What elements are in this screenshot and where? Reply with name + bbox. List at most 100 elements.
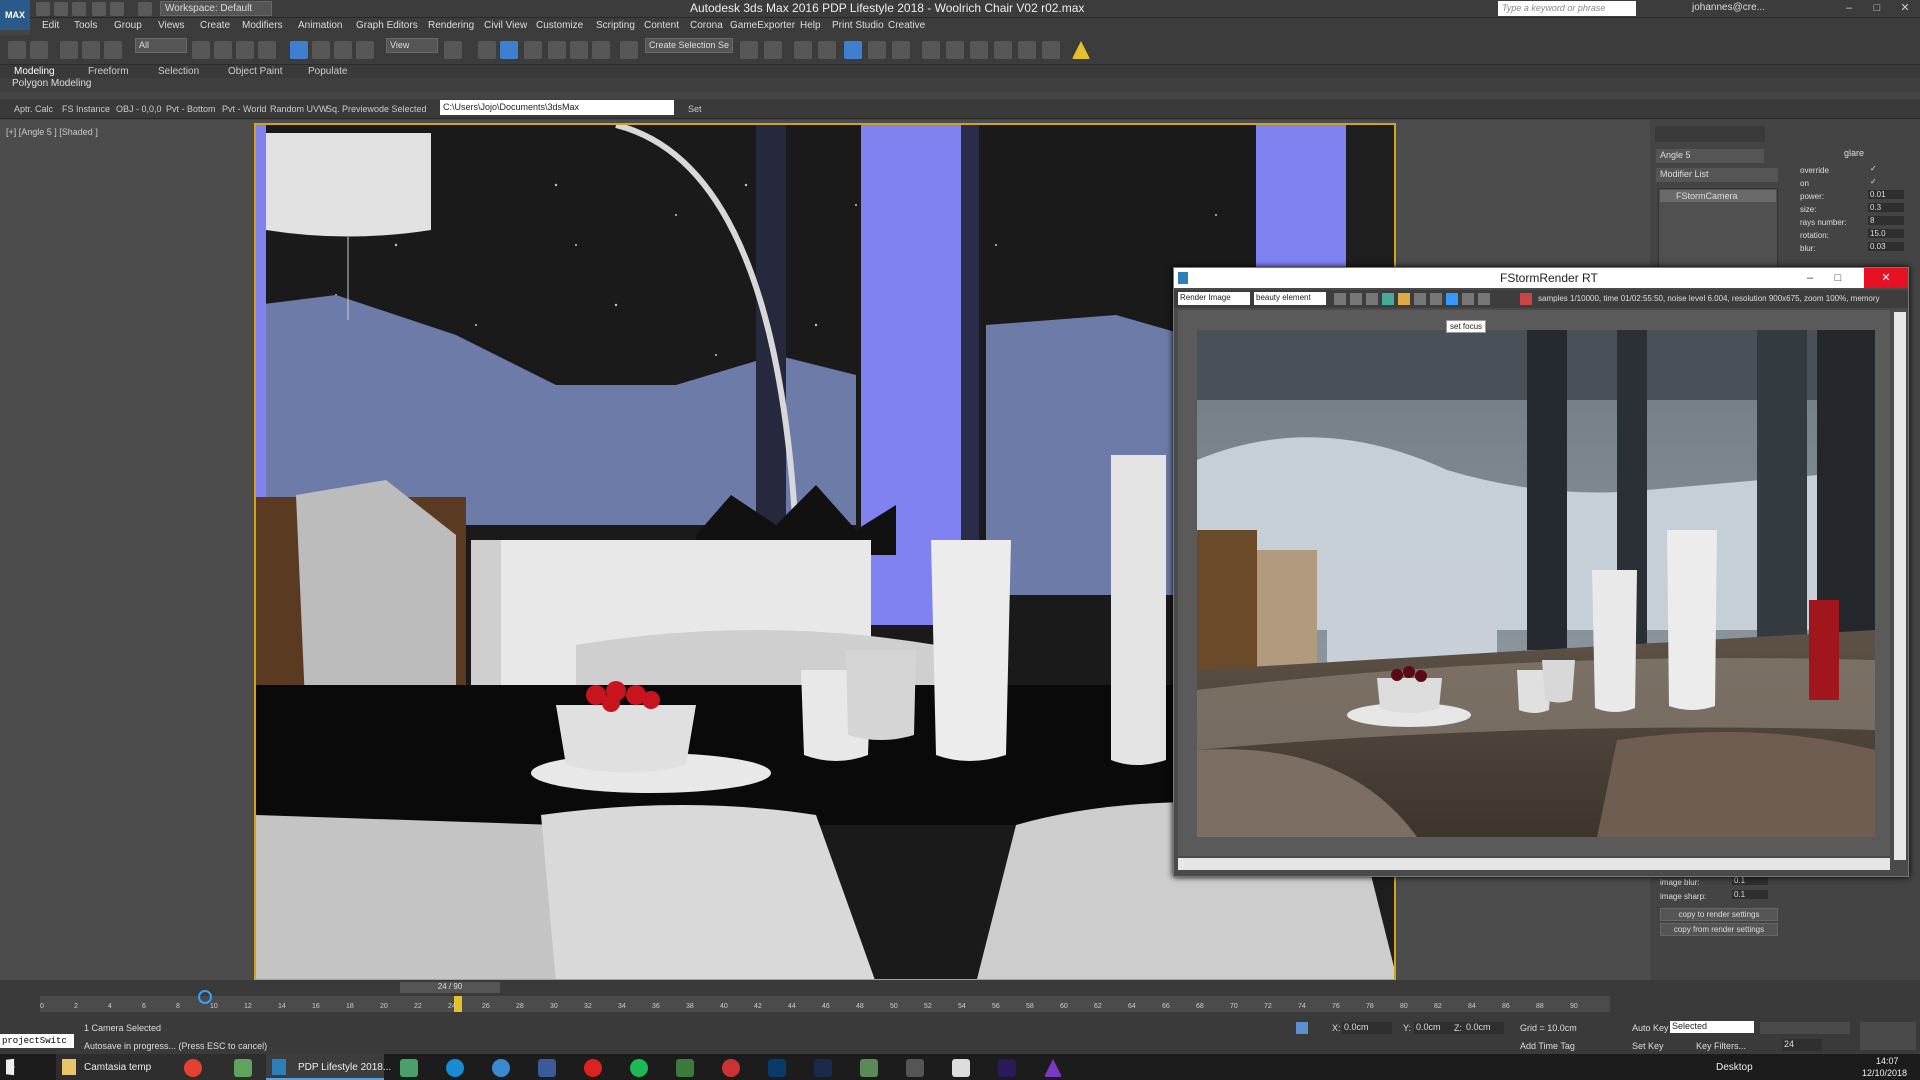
menu-print-studio[interactable]: Print Studio: [832, 20, 884, 31]
select-scale-icon[interactable]: [334, 41, 352, 59]
reference-coordinate-dropdown[interactable]: View: [386, 38, 438, 53]
rays-number-spinner[interactable]: 8: [1868, 216, 1904, 225]
angle-snap-icon[interactable]: [548, 41, 566, 59]
window-crossing-icon[interactable]: [258, 41, 276, 59]
render-a360-icon[interactable]: [1042, 41, 1060, 59]
copy-from-render-settings-button[interactable]: copy from render settings: [1660, 923, 1778, 936]
ribbon-panel-polygon-modeling[interactable]: Polygon Modeling: [0, 78, 1920, 92]
key-set-dropdown[interactable]: Selected: [1670, 1021, 1754, 1033]
menu-views[interactable]: Views: [158, 20, 185, 31]
mail-icon[interactable]: [952, 1059, 970, 1077]
spinner-snap-icon[interactable]: [592, 41, 610, 59]
menu-content[interactable]: Content: [644, 20, 679, 31]
menu-customize[interactable]: Customize: [536, 20, 583, 31]
menu-group[interactable]: Group: [114, 20, 142, 31]
render-setup-icon[interactable]: [922, 41, 940, 59]
modifier-list-dropdown[interactable]: Modifier List: [1656, 168, 1778, 182]
select-object-icon[interactable]: [192, 41, 210, 59]
start-render-icon[interactable]: [1382, 293, 1394, 305]
copy-image-icon[interactable]: [1350, 293, 1362, 305]
blur-spinner[interactable]: 0.03: [1868, 242, 1904, 251]
save-image-icon[interactable]: [1334, 293, 1346, 305]
menu-creative[interactable]: Creative: [888, 20, 925, 31]
clock-time[interactable]: 14:07: [1876, 1056, 1899, 1066]
fstorm-render-window[interactable]: FStormRender RT – □ ✕ Render Image beaut…: [1173, 267, 1909, 877]
glare-rollout-title[interactable]: glare: [1795, 148, 1913, 160]
refresh-icon[interactable]: [1520, 293, 1532, 305]
photoshop-icon[interactable]: [768, 1059, 786, 1077]
node-selected-button[interactable]: ode Selected: [374, 104, 427, 114]
render-production-icon[interactable]: [970, 41, 988, 59]
image-sharp-spinner[interactable]: 0.1: [1732, 890, 1768, 899]
clone-window-icon[interactable]: [1366, 293, 1378, 305]
select-by-name-icon[interactable]: [214, 41, 232, 59]
tab-selection[interactable]: Selection: [158, 66, 199, 77]
rotation-spinner[interactable]: 15.0: [1868, 229, 1904, 238]
lightroom-icon[interactable]: [814, 1059, 832, 1077]
keyboard-shortcut-override-icon[interactable]: [500, 41, 518, 59]
project-path-dropdown[interactable]: C:\Users\Jojo\Documents\3dsMax: [440, 100, 674, 115]
selection-lock-icon[interactable]: [1296, 1022, 1308, 1034]
current-frame-field[interactable]: 24: [1782, 1039, 1822, 1051]
align-icon[interactable]: [764, 41, 782, 59]
xbox-icon[interactable]: [860, 1059, 878, 1077]
after-effects-icon[interactable]: [998, 1059, 1016, 1077]
bind-spacewarp-icon[interactable]: [104, 41, 122, 59]
menu-animation[interactable]: Animation: [298, 20, 342, 31]
unlink-icon[interactable]: [82, 41, 100, 59]
new-file-icon[interactable]: [36, 2, 50, 16]
mirror-icon[interactable]: [740, 41, 758, 59]
chrome-icon[interactable]: [184, 1059, 202, 1077]
sq-preview-button[interactable]: Sq. Preview: [326, 104, 374, 114]
key-filters-button[interactable]: Key Filters...: [1696, 1041, 1746, 1051]
power-app-icon[interactable]: [584, 1059, 602, 1077]
image-blur-spinner[interactable]: 0.1: [1732, 876, 1768, 885]
menu-civil-view[interactable]: Civil View: [484, 20, 527, 31]
modifier-stack-item[interactable]: FStormCamera: [1660, 190, 1776, 202]
fstorm-maximize-button[interactable]: □: [1828, 268, 1848, 288]
menu-corona[interactable]: Corona: [690, 20, 723, 31]
menu-rendering[interactable]: Rendering: [428, 20, 474, 31]
snaps-toggle-icon[interactable]: [524, 41, 542, 59]
vertical-scrollbar[interactable]: [1894, 312, 1906, 860]
save-file-icon[interactable]: [72, 2, 86, 16]
material-editor-icon[interactable]: [892, 41, 910, 59]
skype-icon[interactable]: [446, 1059, 464, 1077]
pivot-world-button[interactable]: Pvt - World: [222, 104, 266, 114]
camtasia-icon[interactable]: [234, 1059, 252, 1077]
fstorm-close-button[interactable]: ✕: [1864, 268, 1908, 288]
fs-instance-button[interactable]: FS Instance: [62, 104, 110, 114]
menu-tools[interactable]: Tools: [74, 20, 97, 31]
pause-render-icon[interactable]: [1398, 293, 1410, 305]
menu-graph-editors[interactable]: Graph Editors: [356, 20, 418, 31]
x-coordinate-field[interactable]: 0.0cm: [1342, 1022, 1392, 1034]
undo-icon[interactable]: [92, 2, 106, 16]
teamviewer-icon[interactable]: [492, 1059, 510, 1077]
on-checkbox[interactable]: ✓: [1870, 177, 1877, 186]
copy-to-render-settings-button[interactable]: copy to render settings: [1660, 908, 1778, 921]
vpn-icon[interactable]: [400, 1059, 418, 1077]
undo-icon[interactable]: [8, 41, 26, 59]
select-move-icon[interactable]: [290, 41, 308, 59]
render-activeshade-icon[interactable]: [1018, 41, 1036, 59]
obj-origin-button[interactable]: OBJ - 0,0,0: [116, 104, 162, 114]
discord-icon[interactable]: [906, 1059, 924, 1077]
maximize-button[interactable]: □: [1864, 0, 1890, 17]
schematic-view-icon[interactable]: [868, 41, 886, 59]
project-folder-icon[interactable]: [138, 2, 152, 16]
menu-help[interactable]: Help: [800, 20, 821, 31]
lens-effects-icon[interactable]: [1478, 293, 1490, 305]
spotify-icon[interactable]: [630, 1059, 648, 1077]
pivot-center-icon[interactable]: [444, 41, 462, 59]
region-select-icon[interactable]: [236, 41, 254, 59]
link-icon[interactable]: [60, 41, 78, 59]
open-file-icon[interactable]: [54, 2, 68, 16]
render-image-dropdown[interactable]: Render Image: [1178, 292, 1250, 305]
horizontal-scrollbar[interactable]: [1178, 858, 1890, 870]
object-name-field[interactable]: Angle 5: [1656, 149, 1764, 163]
menu-scripting[interactable]: Scripting: [596, 20, 635, 31]
menu-edit[interactable]: Edit: [42, 20, 59, 31]
auto-key-button[interactable]: Auto Key: [1632, 1023, 1669, 1033]
select-rotate-icon[interactable]: [312, 41, 330, 59]
override-checkbox[interactable]: ✓: [1870, 164, 1877, 173]
